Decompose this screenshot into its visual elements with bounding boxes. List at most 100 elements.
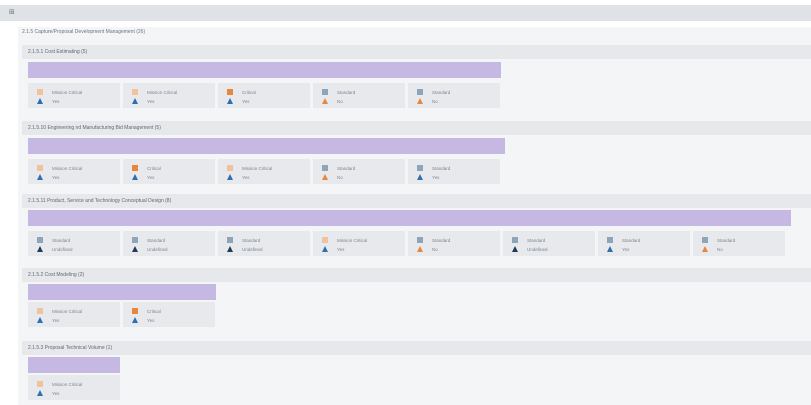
capability-group: 2.1.5.3 Proposal Technical Volume (1) Mi… (22, 341, 811, 403)
status-label: No (337, 98, 343, 104)
criticality-label: Mission Critical (52, 308, 83, 314)
group-bar (28, 62, 501, 78)
status-label: Yes (622, 246, 630, 252)
group-header[interactable]: 2.1.5.1 Cost Estimating (5) (22, 45, 811, 59)
criticality-label: Mission Critical (337, 237, 368, 243)
criticality-square-icon (417, 165, 423, 171)
status-label: No (432, 246, 438, 252)
status-triangle-icon (37, 246, 43, 252)
status-triangle-icon (417, 174, 423, 180)
status-label: No (337, 174, 343, 180)
status-triangle-icon (417, 246, 423, 252)
criticality-square-icon (227, 237, 233, 243)
capability-card[interactable]: Mission Critical Yes (28, 159, 120, 184)
criticality-label: Standard (242, 237, 261, 243)
status-triangle-icon (607, 246, 613, 252)
group-header[interactable]: 2.1.5.3 Proposal Technical Volume (1) (22, 341, 811, 355)
capability-card[interactable]: Standard Undefined (503, 231, 595, 256)
criticality-square-icon (37, 381, 43, 387)
capability-card[interactable]: Standard Undefined (28, 231, 120, 256)
status-triangle-icon (132, 174, 138, 180)
status-triangle-icon (417, 98, 423, 104)
status-triangle-icon (322, 174, 328, 180)
capability-card[interactable]: Critical Yes (123, 159, 215, 184)
status-label: Undefined (52, 246, 73, 252)
capability-card[interactable]: Standard Yes (598, 231, 690, 256)
top-bar: ⊞ (0, 5, 811, 21)
criticality-label: Mission Critical (52, 165, 83, 171)
status-triangle-icon (37, 317, 43, 323)
capability-card[interactable]: Standard No (313, 83, 405, 108)
status-triangle-icon (227, 246, 233, 252)
capability-group: 2.1.5.11 Product, Service and Technology… (22, 194, 811, 266)
status-triangle-icon (322, 98, 328, 104)
criticality-label: Critical (147, 308, 161, 314)
capability-card[interactable]: Mission Critical Yes (28, 375, 120, 400)
capability-group: 2.1.5.1 Cost Estimating (5) Mission Crit… (22, 45, 811, 117)
criticality-square-icon (132, 89, 138, 95)
capability-card[interactable]: Mission Critical Yes (218, 159, 310, 184)
criticality-square-icon (702, 237, 708, 243)
status-label: Yes (337, 246, 345, 252)
capability-card[interactable]: Critical Yes (218, 83, 310, 108)
status-triangle-icon (702, 246, 708, 252)
criticality-label: Mission Critical (52, 89, 83, 95)
capability-card[interactable]: Mission Critical Yes (28, 302, 120, 327)
status-triangle-icon (322, 246, 328, 252)
criticality-label: Critical (147, 165, 161, 171)
group-bar (28, 138, 505, 154)
status-label: Yes (147, 317, 155, 323)
criticality-square-icon (37, 165, 43, 171)
criticality-square-icon (322, 165, 328, 171)
capability-card[interactable]: Standard Undefined (218, 231, 310, 256)
capability-card[interactable]: Mission Critical Yes (313, 231, 405, 256)
criticality-square-icon (322, 89, 328, 95)
capability-card[interactable]: Standard Undefined (123, 231, 215, 256)
capability-card[interactable]: Standard No (693, 231, 785, 256)
status-triangle-icon (37, 174, 43, 180)
criticality-square-icon (132, 165, 138, 171)
capability-card[interactable]: Standard No (408, 231, 500, 256)
status-triangle-icon (132, 317, 138, 323)
criticality-label: Standard (337, 165, 356, 171)
capability-card[interactable]: Mission Critical Yes (123, 83, 215, 108)
criticality-label: Standard (527, 237, 546, 243)
group-header[interactable]: 2.1.5.2 Cost Modeling (2) (22, 268, 811, 282)
criticality-square-icon (512, 237, 518, 243)
status-label: Undefined (147, 246, 168, 252)
status-triangle-icon (37, 390, 43, 396)
criticality-label: Standard (337, 89, 356, 95)
status-label: No (432, 98, 438, 104)
capability-card[interactable]: Critical Yes (123, 302, 215, 327)
criticality-square-icon (37, 89, 43, 95)
criticality-square-icon (322, 237, 328, 243)
grid-icon[interactable]: ⊞ (9, 9, 15, 16)
criticality-square-icon (227, 89, 233, 95)
criticality-square-icon (227, 165, 233, 171)
criticality-square-icon (417, 237, 423, 243)
status-triangle-icon (227, 174, 233, 180)
group-bar (28, 284, 216, 300)
status-label: Yes (52, 98, 60, 104)
status-label: Yes (242, 174, 250, 180)
criticality-label: Standard (52, 237, 71, 243)
group-header[interactable]: 2.1.5.11 Product, Service and Technology… (22, 194, 811, 208)
capability-group: 2.1.5.2 Cost Modeling (2) Mission Critic… (22, 268, 811, 328)
group-bar (28, 210, 791, 226)
panel-title: 2.1.5 Capture/Proposal Development Manag… (22, 29, 146, 35)
capability-card[interactable]: Standard Yes (408, 159, 500, 184)
criticality-square-icon (132, 308, 138, 314)
capability-card[interactable]: Standard No (313, 159, 405, 184)
criticality-square-icon (37, 308, 43, 314)
status-triangle-icon (227, 98, 233, 104)
group-header[interactable]: 2.1.5.10 Engineering nd Manufacturing Bi… (22, 121, 811, 135)
group-bar (28, 357, 120, 373)
status-label: Yes (147, 174, 155, 180)
criticality-label: Mission Critical (52, 381, 83, 387)
capability-card[interactable]: Mission Critical Yes (28, 83, 120, 108)
criticality-square-icon (417, 89, 423, 95)
status-label: Yes (52, 174, 60, 180)
capability-card[interactable]: Standard No (408, 83, 500, 108)
criticality-label: Critical (242, 89, 256, 95)
criticality-label: Mission Critical (242, 165, 273, 171)
